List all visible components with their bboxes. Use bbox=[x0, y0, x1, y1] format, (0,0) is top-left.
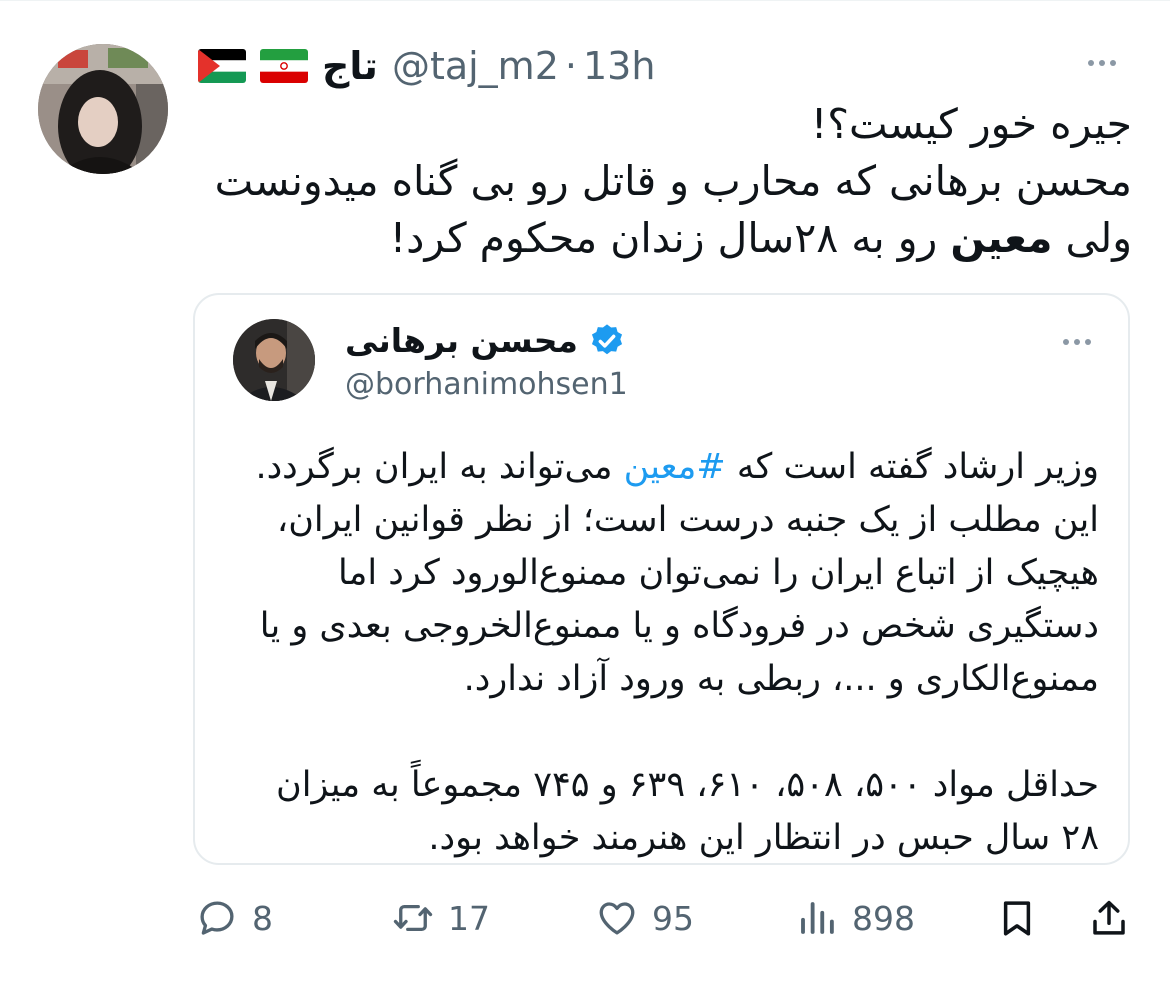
tweet-text: جیره خور کیست؟! محسن برهانی که محارب و ق… bbox=[214, 96, 1132, 267]
quoted-line: ۲۸ سال حبس در انتظار این هنرمند خواهد بو… bbox=[428, 818, 1099, 858]
quoted-tweet-card[interactable]: محسن برهانی @borhanimohsen1 وزیر ارشاد گ… bbox=[193, 293, 1130, 865]
quoted-author-name[interactable]: محسن برهانی bbox=[345, 321, 578, 360]
tweet-line-text: رو به ۲۸سال زندان محکوم کرد! bbox=[389, 214, 951, 262]
verified-badge-icon bbox=[591, 323, 622, 354]
quoted-line: دستگیری شخص در فرودگاه و یا ممنوع‌الخروج… bbox=[259, 606, 1099, 646]
hashtag-link[interactable]: #معین bbox=[624, 447, 726, 487]
heart-icon bbox=[599, 902, 635, 935]
quoted-avatar-image bbox=[233, 319, 315, 401]
reply-count: 8 bbox=[252, 898, 273, 938]
tweet-line: محسن برهانی که محارب و قاتل رو بی گناه م… bbox=[214, 157, 1132, 205]
quoted-line: ممنوع‌الکاری و ...، ربطی به ورود آزاد ند… bbox=[463, 659, 1099, 699]
retweet-button[interactable]: 17 bbox=[392, 888, 490, 948]
views-count: 898 bbox=[852, 898, 915, 938]
tweet-header: تاج @taj_m2 · 13h bbox=[198, 40, 655, 92]
quoted-line: حداقل مواد ۵۰۰، ۵۰۸، ۶۱۰، ۶۳۹ و ۷۴۵ مجمو… bbox=[276, 765, 1099, 805]
tweet-line: جیره خور کیست؟! bbox=[810, 100, 1132, 148]
quoted-line: هیچیک از اتباع ایران را نمی‌توان ممنوع‌ا… bbox=[338, 553, 1099, 593]
retweet-icon bbox=[393, 904, 433, 932]
reply-button[interactable]: 8 bbox=[196, 888, 273, 948]
views-button[interactable]: 898 bbox=[796, 888, 915, 948]
retweet-count: 17 bbox=[448, 898, 490, 938]
tweet-line: ولی معین رو به ۲۸سال زندان محکوم کرد! bbox=[220, 210, 1132, 267]
share-button[interactable] bbox=[1088, 888, 1130, 948]
iran-flag-icon bbox=[260, 49, 308, 83]
tweet-timestamp[interactable]: 13h bbox=[583, 44, 655, 88]
reply-icon bbox=[200, 901, 234, 935]
palestine-flag-icon bbox=[198, 49, 246, 83]
tweet-line-text: ولی bbox=[1052, 214, 1132, 262]
top-divider bbox=[0, 0, 1170, 1]
quoted-author-row: محسن برهانی bbox=[345, 321, 626, 360]
action-bar: 8 17 95 898 bbox=[0, 888, 1170, 948]
quoted-line bbox=[235, 706, 1099, 759]
quoted-line: وزیر ارشاد گفته است که #معین می‌تواند به… bbox=[235, 441, 1099, 494]
author-avatar-image bbox=[38, 44, 168, 174]
bookmark-button[interactable] bbox=[996, 888, 1038, 948]
separator-dot: · bbox=[564, 44, 577, 88]
like-button[interactable]: 95 bbox=[596, 888, 694, 948]
like-count: 95 bbox=[652, 898, 694, 938]
more-options-icon[interactable] bbox=[1088, 60, 1116, 66]
quoted-author-handle[interactable]: @borhanimohsen1 bbox=[345, 367, 628, 402]
share-icon bbox=[1093, 900, 1125, 935]
quoted-author-avatar[interactable] bbox=[233, 319, 315, 401]
tweet-bold-text: معین bbox=[950, 214, 1053, 262]
author-handle[interactable]: @taj_m2 bbox=[392, 44, 559, 88]
author-name[interactable]: تاج bbox=[322, 44, 378, 88]
quoted-line-text: وزیر ارشاد گفته است که bbox=[725, 447, 1099, 487]
quoted-tweet-text: وزیر ارشاد گفته است که #معین می‌تواند به… bbox=[235, 441, 1099, 865]
bookmark-icon bbox=[1003, 901, 1031, 936]
quoted-line: این مطلب از یک جنبه درست است؛ از نظر قوا… bbox=[276, 500, 1099, 540]
quoted-more-options-icon[interactable] bbox=[1063, 339, 1091, 345]
views-chart-icon bbox=[801, 902, 834, 934]
author-avatar[interactable] bbox=[38, 44, 168, 174]
quoted-line-text: می‌تواند به ایران برگردد. bbox=[255, 447, 624, 487]
